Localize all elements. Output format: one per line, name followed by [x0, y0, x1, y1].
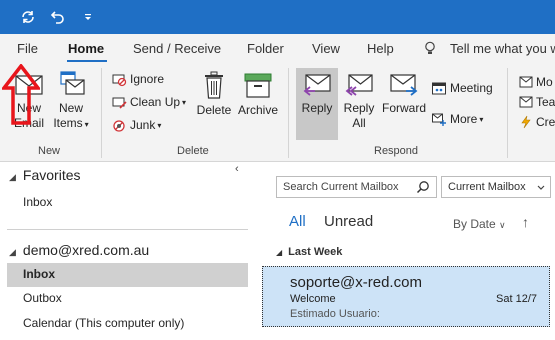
- search-scope-value: Current Mailbox: [448, 181, 526, 193]
- quick-step-3[interactable]: Cre: [519, 112, 555, 132]
- reply-all-button[interactable]: Reply All: [340, 72, 378, 131]
- clean-up-button[interactable]: Clean Up ▾: [112, 92, 186, 112]
- delete-button[interactable]: Delete: [195, 70, 233, 118]
- tab-home[interactable]: Home: [68, 41, 104, 56]
- folder-outbox[interactable]: Outbox: [23, 291, 62, 305]
- pane-divider: [7, 229, 248, 230]
- tab-folder[interactable]: Folder: [247, 41, 284, 56]
- trash-icon: [205, 71, 223, 99]
- chevron-down-icon: [537, 185, 545, 190]
- favorites-header[interactable]: ◢ Favorites: [9, 167, 81, 183]
- clean-up-label: Clean Up: [130, 95, 181, 109]
- clean-up-icon: [112, 97, 127, 109]
- favorites-inbox[interactable]: Inbox: [23, 195, 52, 209]
- group-label-delete: Delete: [177, 145, 209, 157]
- search-input[interactable]: Search Current Mailbox: [276, 176, 437, 198]
- quick-step-mail-icon: [519, 76, 533, 88]
- collapse-triangle-icon: ◢: [276, 248, 283, 257]
- up-arrow-annotation: [2, 64, 40, 125]
- junk-icon: [113, 119, 125, 132]
- quick-step-3-label: Cre: [536, 115, 555, 129]
- sort-label: By Date: [453, 217, 496, 231]
- quick-step-lightning-icon: [521, 115, 531, 129]
- new-items-icon: [60, 71, 85, 95]
- reply-all-label-2: All: [352, 116, 366, 130]
- forward-label: Forward: [381, 101, 426, 115]
- group-separator: [101, 68, 102, 158]
- expand-triangle-icon: ◢: [9, 247, 16, 257]
- folder-calendar[interactable]: Calendar (This computer only): [23, 316, 184, 330]
- lightbulb-icon: [424, 41, 436, 59]
- tab-help[interactable]: Help: [367, 41, 394, 56]
- more-icon: [432, 113, 446, 126]
- reply-all-label-1: Reply: [343, 101, 375, 115]
- mail-subject: Welcome: [290, 293, 336, 305]
- send-receive-all-icon[interactable]: [18, 7, 38, 27]
- mail-preview: Estimado Usuario:: [290, 308, 380, 320]
- forward-icon: [390, 74, 418, 96]
- new-items-label-2: Items ▾: [53, 116, 89, 130]
- group-separator: [288, 68, 289, 158]
- ignore-icon: [112, 74, 127, 86]
- group-label-new: New: [38, 145, 61, 157]
- chevron-down-icon: ∨: [499, 220, 506, 230]
- meeting-icon: [432, 82, 446, 95]
- undo-icon[interactable]: [48, 7, 68, 27]
- forward-button[interactable]: Forward: [380, 72, 428, 116]
- collapse-pane-icon[interactable]: ‹: [235, 163, 239, 175]
- reply-label: Reply: [301, 101, 333, 115]
- more-respond-button[interactable]: More ▾: [431, 109, 483, 129]
- account-label: demo@xred.com.au: [22, 242, 150, 258]
- more-label: More: [450, 112, 478, 126]
- folder-inbox[interactable]: Inbox: [23, 267, 55, 281]
- search-scope-dropdown[interactable]: Current Mailbox: [441, 176, 551, 198]
- sort-direction-arrow-icon[interactable]: ↑: [522, 214, 529, 230]
- reply-all-icon: [345, 74, 373, 96]
- new-items-label-1: New: [58, 101, 83, 115]
- reply-icon: [303, 74, 331, 96]
- group-label: Last Week: [288, 246, 343, 258]
- mail-sender: soporte@x-red.com: [290, 274, 422, 291]
- ribbon-tabs: File Home Send / Receive Folder View Hel…: [0, 34, 555, 62]
- archive-icon: [244, 73, 272, 98]
- title-bar: [0, 0, 555, 34]
- ignore-label: Ignore: [130, 72, 165, 86]
- meeting-label: Meeting: [450, 81, 493, 95]
- filter-unread-tab[interactable]: Unread: [324, 213, 373, 230]
- ignore-button[interactable]: Ignore: [112, 69, 164, 89]
- mail-list-item[interactable]: soporte@x-red.com Welcome Sat 12/7 Estim…: [262, 266, 550, 327]
- customize-quick-access-icon[interactable]: [78, 7, 98, 27]
- tab-send-receive[interactable]: Send / Receive: [133, 41, 221, 56]
- group-header-last-week[interactable]: ◢ Last Week: [276, 246, 342, 258]
- filter-all-tab[interactable]: All: [289, 213, 306, 230]
- tab-view[interactable]: View: [312, 41, 340, 56]
- search-icon[interactable]: [416, 180, 430, 194]
- sort-by-dropdown[interactable]: By Date ∨: [453, 217, 506, 231]
- quick-step-team-icon: [519, 96, 533, 108]
- archive-button[interactable]: Archive: [236, 70, 280, 118]
- quick-step-1-label: Mo: [536, 75, 553, 89]
- junk-button[interactable]: Junk ▾: [112, 115, 161, 135]
- meeting-button[interactable]: Meeting: [431, 78, 493, 98]
- tab-file[interactable]: File: [17, 41, 38, 56]
- account-header[interactable]: ◢ demo@xred.com.au: [9, 242, 149, 258]
- quick-step-2[interactable]: Tea: [519, 92, 555, 112]
- search-placeholder: Search Current Mailbox: [283, 181, 399, 193]
- archive-label: Archive: [237, 103, 278, 117]
- quick-step-2-label: Tea: [536, 95, 555, 109]
- new-items-button[interactable]: New Items ▾: [51, 70, 91, 132]
- quick-step-1[interactable]: Mo: [519, 72, 553, 92]
- favorites-label: Favorites: [22, 167, 81, 183]
- delete-label: Delete: [196, 103, 232, 117]
- tell-me-search[interactable]: Tell me what you w: [450, 41, 555, 56]
- mail-date: Sat 12/7: [496, 293, 537, 305]
- reply-button[interactable]: Reply: [297, 72, 337, 116]
- junk-label: Junk: [130, 118, 156, 132]
- group-label-respond: Respond: [374, 145, 419, 157]
- expand-triangle-icon: ◢: [9, 172, 16, 182]
- group-separator: [507, 68, 508, 158]
